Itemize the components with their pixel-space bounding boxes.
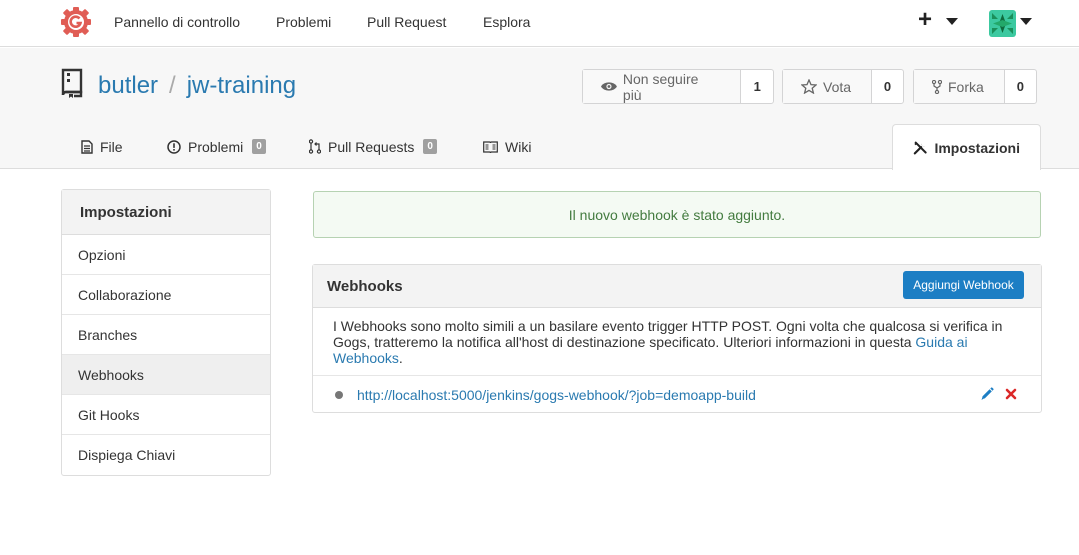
settings-sidebar: Impostazioni Opzioni Collaborazione Bran… (61, 189, 271, 476)
repo-name-link[interactable]: jw-training (187, 72, 296, 99)
top-navbar: Pannello di controllo Problemi Pull Requ… (0, 0, 1079, 47)
repo-title: butler / jw-training (98, 72, 296, 100)
fork-label: Forka (948, 78, 984, 95)
webhooks-description-text: I Webhooks sono molto simili a un basila… (333, 318, 1003, 350)
star-count[interactable]: 0 (872, 70, 903, 103)
pull-requests-count-badge: 0 (423, 139, 437, 154)
nav-issues[interactable]: Problemi (276, 14, 331, 30)
webhooks-title: Webhooks (327, 278, 403, 295)
sidebar-header: Impostazioni (62, 190, 270, 235)
success-message: Il nuovo webhook è stato aggiunto. (313, 191, 1041, 238)
nav-pull-requests[interactable]: Pull Request (367, 14, 446, 30)
webhooks-panel-header: Webhooks Aggiungi Webhook (313, 265, 1041, 308)
sidebar-item-collaboration[interactable]: Collaborazione (62, 275, 270, 315)
star-label: Vota (823, 78, 852, 95)
tab-wiki-label: Wiki (505, 138, 532, 155)
create-new-menu[interactable]: + (918, 6, 960, 34)
pencil-icon[interactable] (980, 387, 994, 401)
fork-button-group: Forka 0 (913, 69, 1037, 104)
tab-wiki[interactable]: Wiki (483, 124, 531, 169)
watch-button-group: Non seguire più 1 (582, 69, 774, 104)
repo-tabs: File Problemi 0 Pull Requests 0 Wiki Imp… (0, 124, 1079, 170)
issues-count-badge: 0 (252, 139, 266, 154)
plus-icon: + (918, 6, 933, 33)
watch-count[interactable]: 1 (741, 70, 773, 103)
avatar (989, 10, 1016, 37)
tab-pull-requests[interactable]: Pull Requests 0 (309, 124, 437, 169)
webhooks-description: I Webhooks sono molto simili a un basila… (333, 318, 1023, 366)
fork-icon (932, 79, 942, 94)
tab-issues[interactable]: Problemi 0 (167, 124, 266, 169)
issue-icon (167, 139, 181, 154)
success-message-text: Il nuovo webhook è stato aggiunto. (568, 206, 786, 223)
tab-issues-label: Problemi (188, 138, 244, 155)
webhooks-panel: Webhooks Aggiungi Webhook I Webhooks son… (312, 264, 1042, 413)
unwatch-button[interactable]: Non seguire più (583, 70, 742, 103)
eye-icon (601, 82, 617, 91)
tab-settings-label: Impostazioni (934, 139, 1020, 156)
delete-icon[interactable] (1005, 388, 1017, 400)
nav-explore[interactable]: Esplora (483, 14, 530, 30)
nav-dashboard[interactable]: Pannello di controllo (114, 14, 240, 30)
tab-files[interactable]: File (81, 124, 123, 169)
repo-separator: / (169, 72, 176, 99)
unwatch-label: Non seguire più (622, 70, 699, 103)
repository-header: butler / jw-training Non seguire più 1 Vot… (0, 48, 1079, 170)
fork-button[interactable]: Forka (914, 70, 1005, 103)
tab-pull-requests-label: Pull Requests (328, 138, 415, 155)
star-button-group: Vota 0 (782, 69, 904, 104)
star-icon (801, 79, 817, 94)
wiki-icon (483, 140, 498, 153)
sidebar-item-branches[interactable]: Branches (62, 315, 270, 355)
sidebar-item-options[interactable]: Opzioni (62, 235, 270, 275)
caret-down-icon (946, 18, 958, 25)
star-button[interactable]: Vota (783, 70, 873, 103)
fork-count[interactable]: 0 (1005, 70, 1036, 103)
user-menu[interactable] (989, 10, 1033, 38)
webhooks-description-end: . (398, 350, 403, 366)
gogs-logo-icon[interactable] (60, 6, 92, 38)
caret-down-icon (1020, 18, 1032, 25)
tab-settings[interactable]: Impostazioni (892, 124, 1041, 170)
add-webhook-button[interactable]: Aggiungi Webhook (903, 271, 1024, 299)
pull-request-icon (309, 139, 321, 154)
sidebar-item-git-hooks[interactable]: Git Hooks (62, 395, 270, 435)
repo-icon (61, 68, 83, 98)
webhook-status-dot (335, 391, 343, 399)
file-icon (81, 139, 93, 154)
webhook-row: http://localhost:5000/jenkins/gogs-webho… (313, 375, 1041, 412)
sidebar-item-deploy-keys[interactable]: Dispiega Chiavi (62, 435, 270, 475)
tools-icon (913, 141, 927, 154)
webhook-url-link[interactable]: http://localhost:5000/jenkins/gogs-webho… (357, 387, 756, 403)
repo-owner-link[interactable]: butler (98, 72, 158, 99)
tab-files-label: File (100, 138, 123, 155)
sidebar-item-webhooks[interactable]: Webhooks (62, 355, 270, 395)
